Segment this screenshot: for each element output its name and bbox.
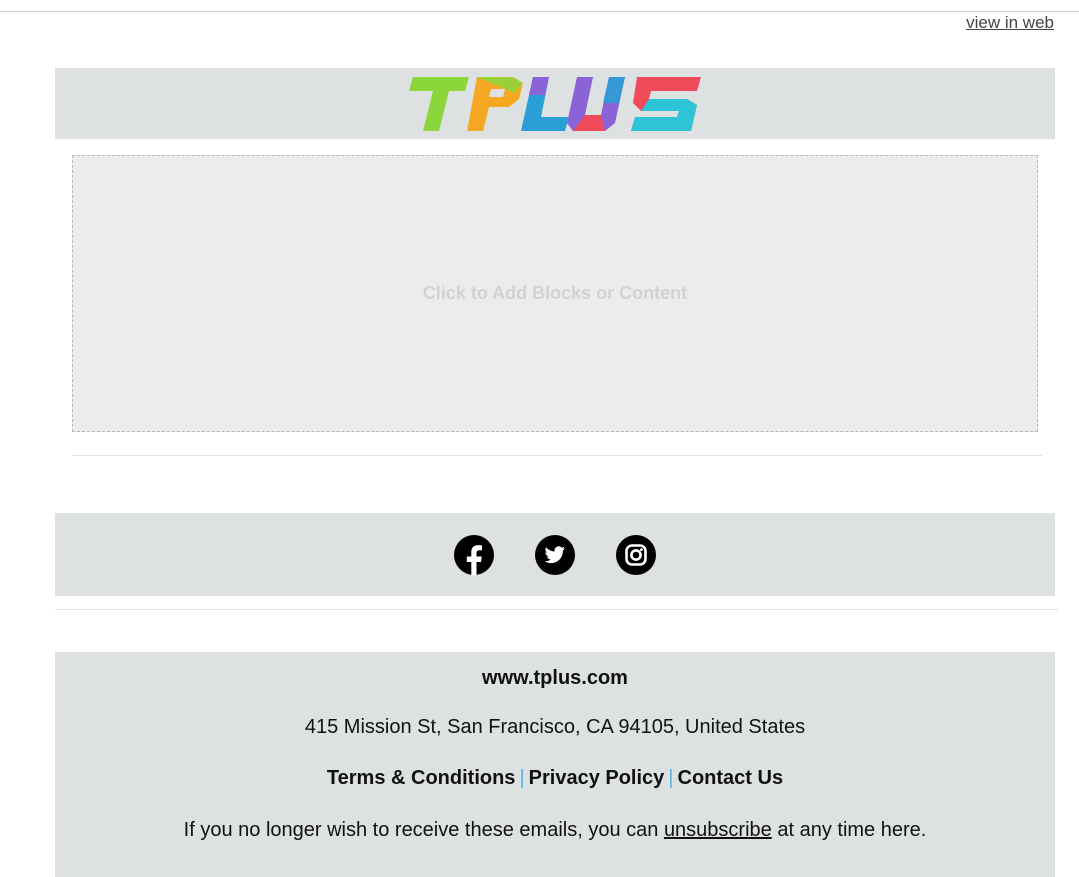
twitter-icon[interactable] <box>535 534 575 575</box>
website-link[interactable]: www.tplus.com <box>55 667 1055 690</box>
unsubscribe-suffix: at any time here. <box>777 819 927 841</box>
unsubscribe-notice: If you no longer wish to receive these e… <box>55 819 1055 842</box>
unsubscribe-prefix: If you no longer wish to receive these e… <box>183 819 659 841</box>
top-divider <box>0 11 1079 12</box>
company-address: 415 Mission St, San Francisco, CA 94105,… <box>304 716 806 738</box>
social-banner <box>55 513 1055 596</box>
terms-link[interactable]: Terms & Conditions <box>327 767 516 789</box>
unsubscribe-link[interactable]: unsubscribe <box>664 819 772 841</box>
social-divider <box>55 609 1058 610</box>
contact-link[interactable]: Contact Us <box>678 767 784 789</box>
view-in-web-link[interactable]: view in web <box>966 13 1054 33</box>
privacy-link[interactable]: Privacy Policy <box>529 767 665 789</box>
content-divider <box>72 455 1042 456</box>
logo-banner <box>55 68 1055 139</box>
add-content-label: Click to Add Blocks or Content <box>422 283 688 303</box>
footer: www.tplus.com 415 Mission St, San Franci… <box>55 652 1055 877</box>
link-separator: | <box>668 767 674 789</box>
link-separator: | <box>519 767 525 789</box>
instagram-icon[interactable] <box>616 534 656 575</box>
facebook-icon[interactable] <box>454 534 494 575</box>
footer-links: Terms & Conditions | Privacy Policy | Contac… <box>55 767 1055 790</box>
add-content-placeholder[interactable]: Click to Add Blocks or Content <box>72 155 1038 432</box>
tplus-logo <box>409 76 701 131</box>
